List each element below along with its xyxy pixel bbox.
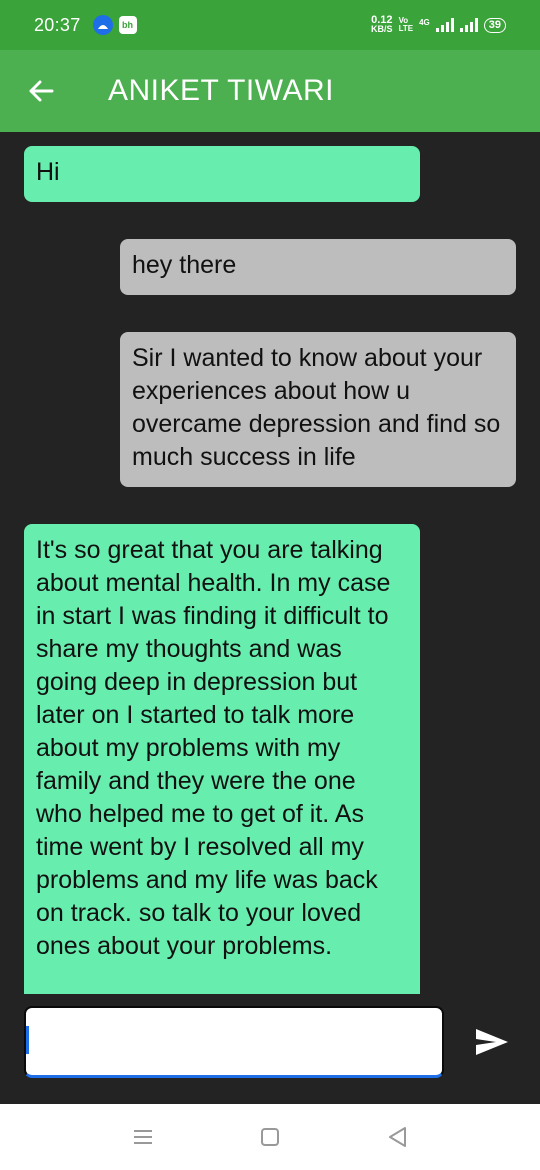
- message-bubble-incoming: Hi: [24, 146, 420, 202]
- nav-back-button[interactable]: [377, 1117, 417, 1157]
- arrow-left-icon: [29, 80, 54, 102]
- message-composer: [0, 994, 540, 1104]
- back-button[interactable]: [0, 50, 86, 132]
- recents-button[interactable]: [123, 1117, 163, 1157]
- text-cursor: [26, 1026, 29, 1054]
- signal-icon-secondary: [459, 18, 478, 32]
- message-text: It's so great that you are talking about…: [36, 536, 391, 960]
- message-bubble-incoming: It's so great that you are talking about…: [24, 524, 420, 994]
- chat-list[interactable]: Hi hey there Sir I wanted to know about …: [0, 132, 540, 994]
- recents-icon: [134, 1130, 153, 1144]
- battery-icon: 39: [483, 17, 506, 33]
- send-icon: [476, 1029, 508, 1055]
- message-text: hey there: [132, 251, 237, 279]
- system-indicators: 0.12 KB/S Vo LTE 4G 39: [371, 14, 506, 34]
- app-bar: ANIKET TIWARI: [0, 50, 540, 132]
- message-bubble-outgoing: Sir I wanted to know about your experien…: [120, 332, 516, 487]
- system-nav-bar: [0, 1104, 540, 1170]
- home-icon: [260, 1128, 279, 1146]
- network-speed: 0.12 KB/S: [371, 14, 393, 34]
- status-bar: 20:37 bh 0.12 KB/S Vo LTE 4G 39: [0, 0, 540, 50]
- network-type: 4G: [419, 18, 430, 27]
- notification-icons: bh: [92, 15, 137, 35]
- bh-app-icon: bh: [118, 16, 137, 34]
- message-text: Hi: [36, 158, 60, 186]
- page-title: ANIKET TIWARI: [108, 74, 334, 107]
- send-button[interactable]: [470, 1022, 514, 1062]
- message-text: Sir I wanted to know about your experien…: [132, 344, 501, 471]
- signal-icon: [435, 18, 454, 32]
- nav-back-icon: [388, 1127, 406, 1147]
- home-button[interactable]: [250, 1117, 290, 1157]
- message-bubble-outgoing: hey there: [120, 239, 516, 295]
- status-time: 20:37: [34, 14, 81, 35]
- volte-indicator: Vo LTE: [398, 16, 414, 33]
- message-input[interactable]: [24, 1006, 444, 1078]
- android-app-icon: [92, 15, 113, 35]
